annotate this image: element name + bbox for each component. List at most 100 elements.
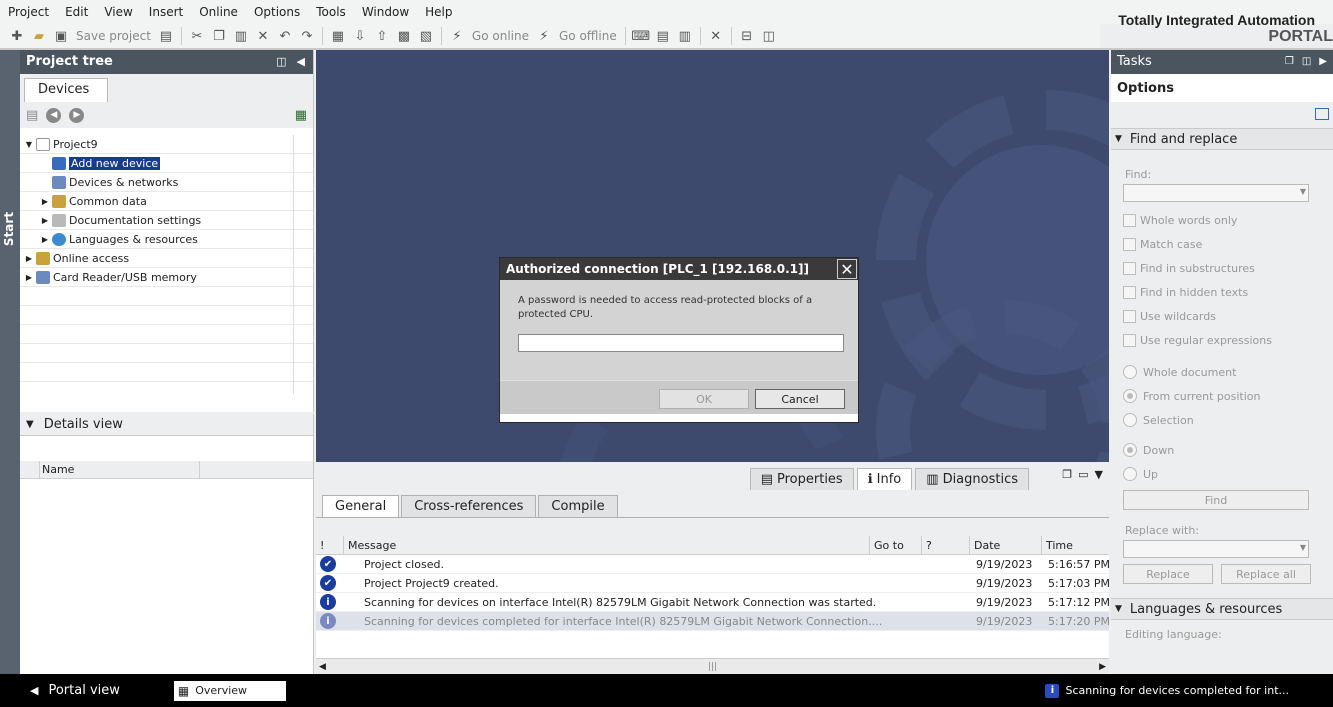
start-side-tab[interactable]: Start — [0, 50, 20, 674]
back-icon[interactable]: ◀ — [46, 107, 62, 123]
split-horizontal-icon[interactable]: ⊟ — [738, 27, 756, 45]
subtab-general[interactable]: General — [322, 495, 400, 517]
stop-simulation-icon[interactable]: ▧ — [417, 27, 435, 45]
tab-info[interactable]: ℹ Info — [856, 468, 913, 490]
password-input[interactable] — [518, 334, 844, 352]
menu-online[interactable]: Online — [191, 0, 246, 24]
checkbox[interactable] — [1123, 285, 1136, 299]
collapse-left-icon[interactable]: ◀ — [297, 50, 305, 74]
expand-right-icon[interactable]: ▶ — [40, 197, 50, 206]
column-message[interactable]: Message — [344, 536, 870, 554]
scroll-right-icon[interactable]: ▶ — [1099, 662, 1109, 672]
message-row[interactable]: i Scanning for devices on interface Inte… — [316, 593, 1109, 612]
new-project-icon[interactable]: ✚ — [8, 27, 26, 45]
tree-item-devices-networks[interactable]: Devices & networks — [20, 173, 313, 192]
details-view-header[interactable]: ▼ Details view — [20, 414, 313, 436]
tree-item-add-new-device[interactable]: Add new device — [20, 154, 313, 173]
checkbox[interactable] — [1123, 237, 1136, 251]
tree-scrollbar[interactable] — [293, 135, 294, 394]
go-online-icon[interactable]: ⚡ — [448, 27, 466, 45]
save-icon[interactable]: ▣ — [52, 27, 70, 45]
restore-icon[interactable]: ❐ — [1285, 50, 1294, 74]
monitor-icon[interactable]: ▥ — [676, 27, 694, 45]
find-combo[interactable] — [1123, 184, 1309, 202]
tree-item-card-reader[interactable]: ▶ Card Reader/USB memory — [20, 268, 313, 287]
message-row[interactable]: ✔ Project Project9 created. 9/19/2023 5:… — [316, 574, 1109, 593]
menu-options[interactable]: Options — [246, 0, 308, 24]
radio[interactable] — [1123, 467, 1137, 481]
tree-item-common-data[interactable]: ▶ Common data — [20, 192, 313, 211]
tab-diagnostics[interactable]: ▥ Diagnostics — [915, 468, 1029, 490]
tree-item-project9[interactable]: ▼ Project9 — [20, 135, 313, 154]
redo-icon[interactable]: ↷ — [298, 27, 316, 45]
wildcards-checkbox[interactable]: Use wildcards — [1111, 304, 1333, 328]
save-project-button[interactable]: Save project — [76, 29, 151, 43]
column-flag[interactable]: ! — [316, 536, 344, 554]
print-icon[interactable]: ▤ — [157, 27, 175, 45]
radio[interactable] — [1123, 389, 1137, 403]
menu-view[interactable]: View — [96, 0, 140, 24]
go-offline-button[interactable]: Go offline — [559, 29, 617, 43]
delete-icon[interactable]: ✕ — [254, 27, 272, 45]
status-message[interactable]: i Scanning for devices completed for int… — [1045, 683, 1289, 698]
menu-edit[interactable]: Edit — [57, 0, 96, 24]
maximize-icon[interactable]: ◫ — [1302, 50, 1311, 74]
radio[interactable] — [1123, 443, 1137, 457]
replace-all-button[interactable]: Replace all — [1221, 564, 1311, 584]
expand-right-icon[interactable]: ▶ — [40, 235, 50, 244]
expand-right-icon[interactable]: ▶ — [40, 216, 50, 225]
cross-reference-icon[interactable]: ▤ — [654, 27, 672, 45]
undo-icon[interactable]: ↶ — [276, 27, 294, 45]
languages-resources-header[interactable]: ▼ Languages & resources — [1111, 598, 1333, 620]
collapse-right-icon[interactable]: ▶ — [1319, 50, 1327, 74]
column-date[interactable]: Date — [970, 536, 1042, 554]
cancel-button[interactable]: Cancel — [755, 389, 845, 409]
cut-icon[interactable]: ✂ — [188, 27, 206, 45]
column-help[interactable]: ? — [922, 536, 970, 554]
download-icon[interactable]: ⇩ — [351, 27, 369, 45]
overview-tab[interactable]: ▦ Overview — [173, 680, 286, 701]
tree-item-languages-resources[interactable]: ▶ Languages & resources — [20, 230, 313, 249]
go-online-button[interactable]: Go online — [472, 29, 529, 43]
ok-button[interactable]: OK — [659, 389, 749, 409]
replace-button[interactable]: Replace — [1123, 564, 1213, 584]
close-icon[interactable]: ✕ — [837, 259, 857, 279]
replace-combo[interactable] — [1123, 540, 1309, 558]
find-button[interactable]: Find — [1123, 490, 1309, 510]
tab-devices[interactable]: Devices — [24, 78, 108, 102]
expand-right-icon[interactable]: ▶ — [24, 273, 34, 282]
tree-item-documentation-settings[interactable]: ▶ Documentation settings — [20, 211, 313, 230]
paste-icon[interactable]: ▥ — [232, 27, 250, 45]
expand-down-icon[interactable]: ▼ — [24, 140, 34, 149]
current-position-radio[interactable]: From current position — [1111, 384, 1333, 408]
menu-window[interactable]: Window — [354, 0, 417, 24]
upload-icon[interactable]: ⇧ — [373, 27, 391, 45]
menu-help[interactable]: Help — [417, 0, 460, 24]
regex-checkbox[interactable]: Use regular expressions — [1111, 328, 1333, 352]
go-offline-icon[interactable]: ⚡ — [535, 27, 553, 45]
message-row[interactable]: i Scanning for devices completed for int… — [316, 612, 1109, 631]
tree-view-icon[interactable]: ▦ — [295, 108, 307, 123]
horizontal-scrollbar[interactable]: ◀ ||| ▶ — [316, 658, 1109, 674]
whole-words-checkbox[interactable]: Whole words only — [1111, 208, 1333, 232]
close-editor-icon[interactable]: ✕ — [707, 27, 725, 45]
chevron-down-icon[interactable]: ▼ — [1095, 468, 1103, 481]
selection-radio[interactable]: Selection — [1111, 408, 1333, 432]
portal-view-button[interactable]: ◀ Portal view — [30, 683, 120, 698]
split-vertical-icon[interactable]: ◫ — [760, 27, 778, 45]
minimize-icon[interactable]: ▭ — [1078, 468, 1088, 481]
hidden-texts-checkbox[interactable]: Find in hidden texts — [1111, 280, 1333, 304]
chevron-down-icon[interactable]: ▼ — [1115, 604, 1122, 614]
tree-item-online-access[interactable]: ▶ Online access — [20, 249, 313, 268]
column-time[interactable]: Time — [1042, 536, 1109, 554]
scroll-left-icon[interactable]: ◀ — [316, 662, 326, 672]
checkbox[interactable] — [1123, 333, 1136, 347]
forward-icon[interactable]: ▶ — [69, 107, 85, 123]
subtab-compile[interactable]: Compile — [538, 495, 618, 517]
expand-right-icon[interactable]: ▶ — [24, 254, 34, 263]
checkbox[interactable] — [1123, 213, 1136, 227]
tab-properties[interactable]: ▤ Properties — [749, 468, 854, 490]
layout-icon[interactable] — [1315, 108, 1329, 120]
menu-tools[interactable]: Tools — [308, 0, 354, 24]
simulation-icon[interactable]: ▩ — [395, 27, 413, 45]
